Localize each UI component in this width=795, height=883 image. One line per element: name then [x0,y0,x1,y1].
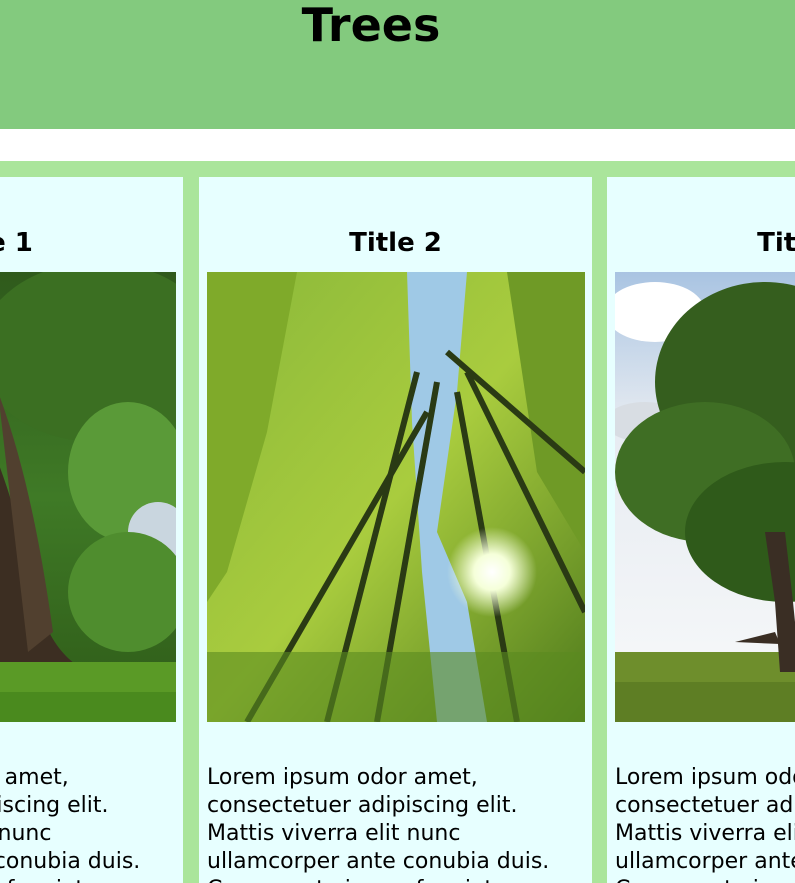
card-title: Title 3 [757,228,795,258]
card-title: Title 2 [349,228,442,258]
card-strip: Title 1 Lore [0,161,795,883]
page-header: Trees [0,0,795,129]
card-title: Title 1 [0,228,33,258]
card-image-lone-tree [615,272,795,722]
card-image-oak-trunk [0,272,176,722]
card-2: Title 2 Lorem ipsum odor amet, consectet… [199,177,592,883]
card-image-forest-canopy [207,272,585,722]
card-3: Title 3 [607,177,795,883]
page-title: Trees [301,0,441,52]
card-1: Title 1 Lore [0,177,183,883]
card-text: Lorem ipsum odor amet, consectetuer adip… [0,765,141,883]
card-text: Lorem ipsum odor amet, consectetuer adip… [615,765,795,883]
card-text: Lorem ipsum odor amet, consectetuer adip… [207,765,550,883]
